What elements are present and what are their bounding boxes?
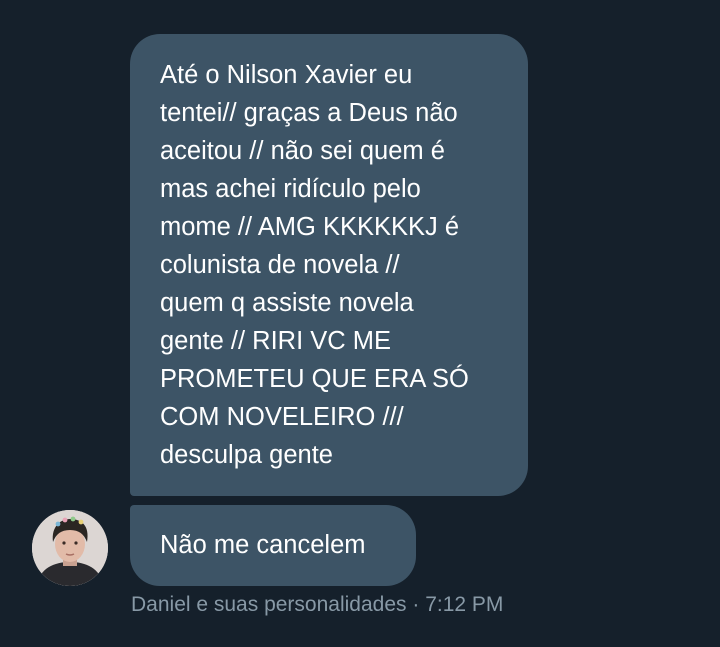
message-line: quem q assiste novela [160, 289, 414, 317]
message-line: aceitou // não sei quem é [160, 137, 445, 165]
message-bubble[interactable]: Até o Nilson Xavier eu tentei// graças a… [130, 34, 528, 496]
message-line: desculpa gente [160, 441, 333, 469]
message-line: colunista de novela // [160, 251, 400, 279]
avatar-photo [32, 510, 108, 586]
avatar[interactable] [32, 510, 108, 586]
message-line: PROMETEU QUE ERA SÓ [160, 365, 469, 393]
message-line: mas achei ridículo pelo [160, 175, 421, 203]
sender-name[interactable]: Daniel e suas personalidades [131, 593, 407, 616]
message-line: mome // AMG KKKKKKJ é [160, 213, 460, 241]
message-line: tentei// graças a Deus não [160, 99, 458, 127]
message-bubble[interactable]: Não me cancelem [130, 505, 416, 586]
message-line: gente // RIRI VC ME [160, 327, 391, 355]
message-time: 7:12 PM [425, 593, 504, 616]
meta-separator: · [412, 593, 420, 616]
message-text: Não me cancelem [160, 531, 366, 559]
message-meta: Daniel e suas personalidades · 7:12 PM [131, 590, 503, 620]
message-line: Até o Nilson Xavier eu [160, 61, 413, 89]
message-line: COM NOVELEIRO /// [160, 403, 404, 431]
